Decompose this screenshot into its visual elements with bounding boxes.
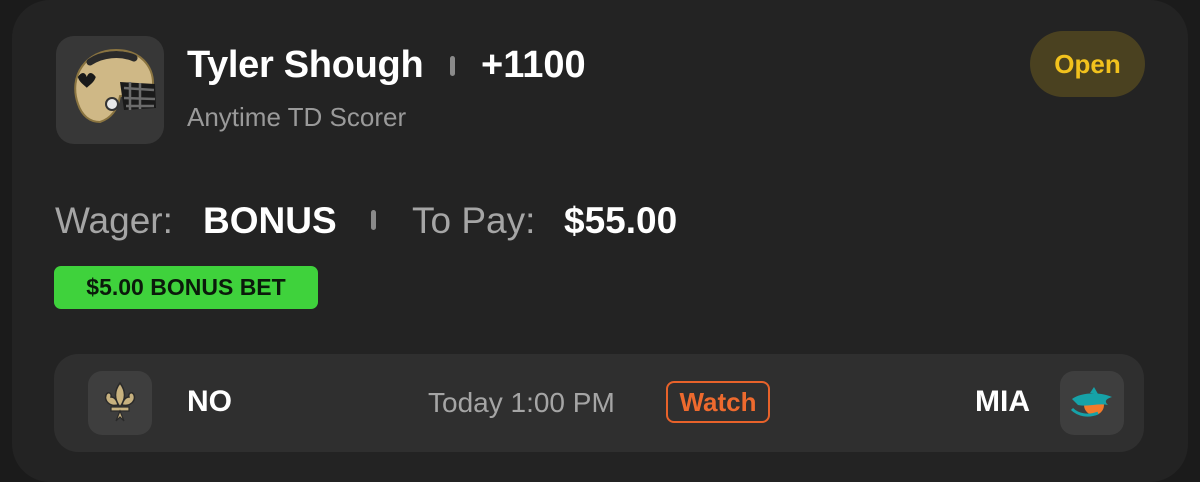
to-pay-label: To Pay:: [412, 200, 536, 241]
dolphin-icon: [1070, 387, 1112, 417]
game-info-bar[interactable]: NO Today 1:00 PM Watch MIA: [54, 354, 1144, 452]
fleur-de-lis-icon: [104, 381, 136, 422]
watch-button[interactable]: Watch: [666, 381, 770, 423]
player-name: Tyler Shough: [187, 44, 424, 86]
away-team-logo: [1060, 371, 1124, 435]
home-team-abbr: NO: [187, 385, 232, 418]
status-badge: Open: [1030, 31, 1145, 97]
bet-card[interactable]: Tyler Shough +1100 Anytime TD Scorer Ope…: [12, 0, 1188, 482]
saints-helmet-icon: [74, 48, 156, 124]
to-pay-value: $55.00: [564, 200, 678, 241]
away-team-abbr: MIA: [975, 385, 1030, 418]
bonus-bet-badge: $5.00 BONUS BET: [54, 266, 318, 309]
game-time: Today 1:00 PM: [428, 387, 615, 418]
wager-separator: [371, 210, 376, 230]
wager-value: BONUS: [203, 200, 337, 241]
bet-odds: +1100: [481, 44, 586, 86]
title-separator: [450, 56, 455, 76]
home-team-logo: [88, 371, 152, 435]
wager-label: Wager:: [55, 200, 173, 241]
player-team-logo: [56, 36, 164, 144]
market-name: Anytime TD Scorer: [187, 102, 407, 132]
